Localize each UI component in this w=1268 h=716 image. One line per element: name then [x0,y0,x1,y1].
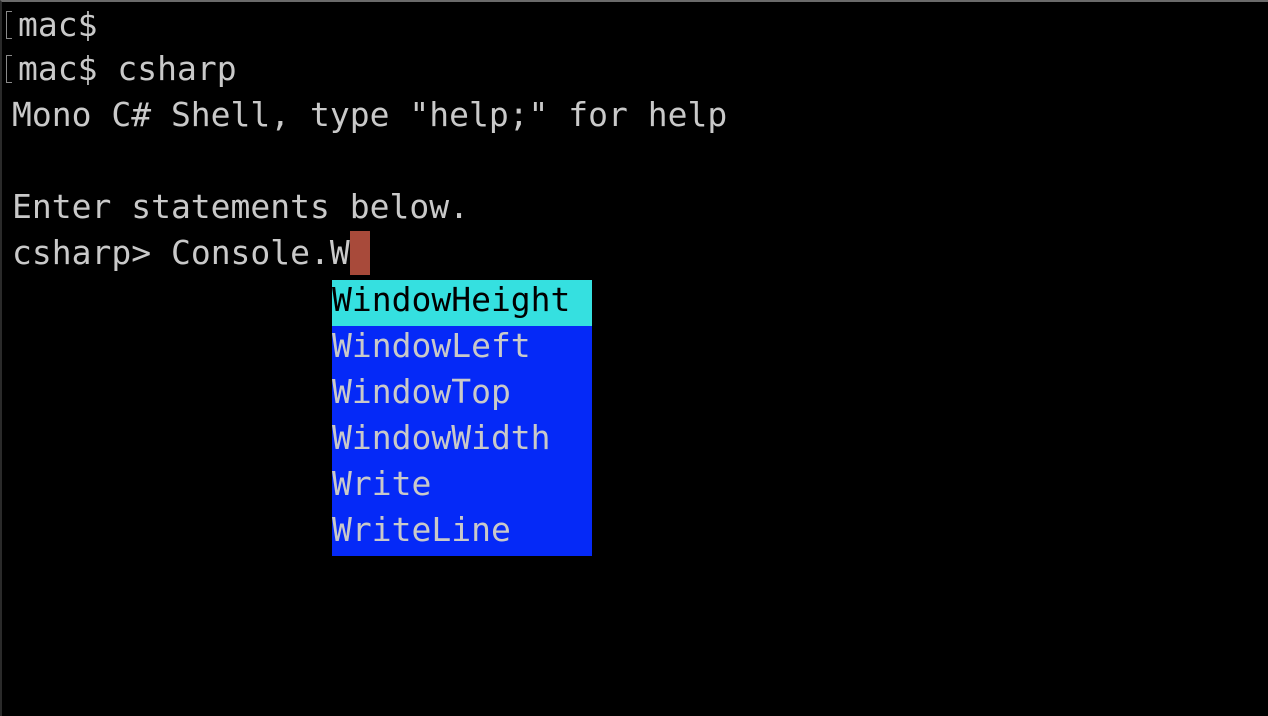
completion-item-windowleft[interactable]: WindowLeft [332,326,592,372]
text-cursor [349,231,370,275]
banner-text: Mono C# Shell, type "help;" for help [12,95,728,134]
shell-command: csharp [97,49,237,88]
mark-bracket-icon [6,10,12,39]
completion-popup[interactable]: WindowHeight WindowLeft WindowTop Window… [332,280,592,556]
input-text[interactable]: Console.W [171,233,350,272]
terminal-line-2: mac$ csharp [6,46,237,92]
input-line[interactable]: csharp> Console.W [12,230,370,276]
shell-prompt: mac$ [18,49,98,88]
completion-item-windowheight[interactable]: WindowHeight [332,280,592,326]
completion-item-write[interactable]: Write [332,464,592,510]
completion-item-windowtop[interactable]: WindowTop [332,372,592,418]
csharp-prompt: csharp> [12,233,171,272]
terminal-window[interactable]: mac$ mac$ csharp Mono C# Shell, type "he… [0,0,1268,716]
mark-bracket-icon [6,54,12,83]
completion-item-writeline[interactable]: WriteLine [332,510,592,556]
terminal-line-1: mac$ [6,2,98,48]
completion-item-windowwidth[interactable]: WindowWidth [332,418,592,464]
shell-prompt: mac$ [18,5,98,44]
info-text: Enter statements below. [12,187,469,226]
